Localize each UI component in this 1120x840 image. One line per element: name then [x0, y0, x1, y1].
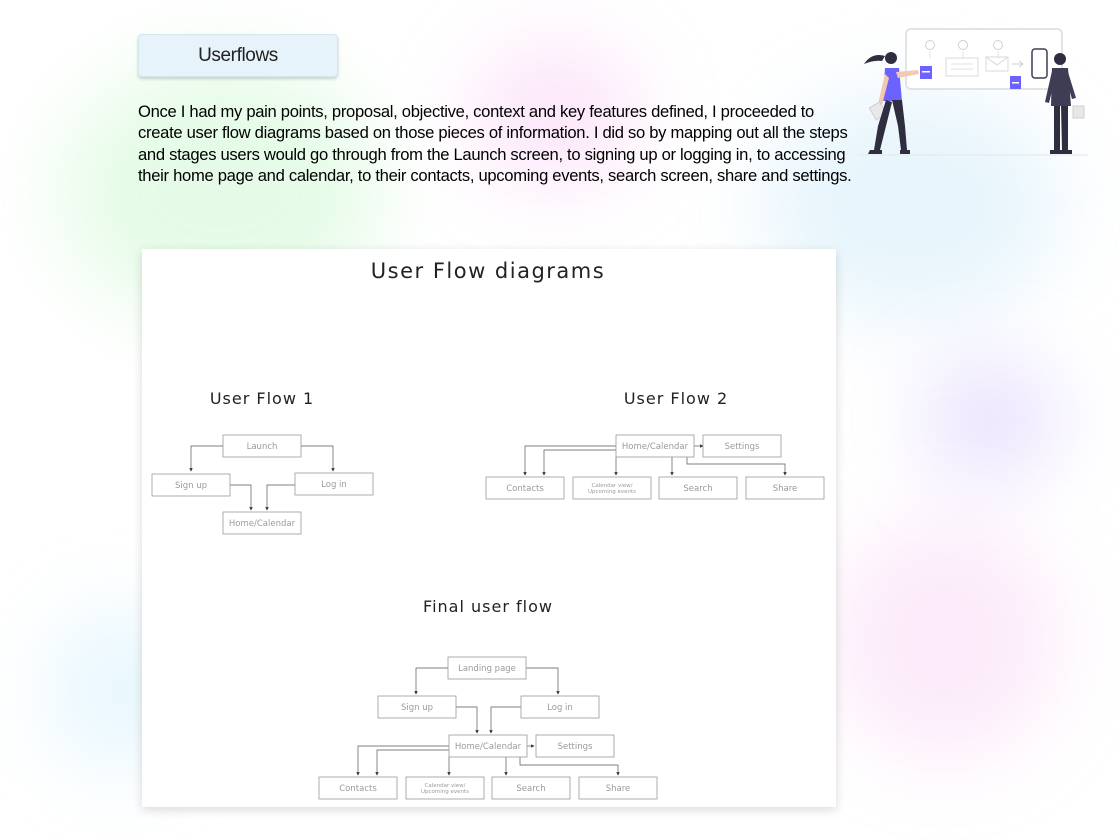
flow2-label-calendar-view-line2: Upcoming events: [588, 489, 636, 495]
flow1-label-home: Home/Calendar: [229, 519, 296, 529]
flow1-title: User Flow 1: [210, 389, 314, 408]
final-label-contacts: Contacts: [339, 784, 377, 794]
diagram-title: User Flow diagrams: [371, 259, 605, 283]
flow2-label-home: Home/Calendar: [622, 442, 689, 452]
flow1-label-login: Log in: [321, 480, 347, 490]
final-label-calendar-view-line2: Upcoming events: [421, 789, 469, 795]
flow2-label-search: Search: [683, 484, 712, 494]
final-label-landing: Landing page: [458, 664, 516, 674]
final-label-signup: Sign up: [401, 703, 433, 713]
flow1-label-signup: Sign up: [175, 481, 207, 491]
flow2-title: User Flow 2: [624, 389, 728, 408]
final-label-search: Search: [516, 784, 545, 794]
final-flow-title: Final user flow: [423, 597, 553, 616]
final-label-home: Home/Calendar: [455, 742, 522, 752]
final-label-share: Share: [606, 784, 631, 794]
flow2-label-contacts: Contacts: [506, 484, 544, 494]
section-label: Userflows: [138, 34, 338, 77]
presentation-illustration: [858, 26, 1088, 163]
flow1-label-launch: Launch: [247, 442, 278, 452]
flow2-label-settings: Settings: [725, 442, 760, 452]
intro-paragraph: Once I had my pain points, proposal, obj…: [138, 102, 852, 185]
final-label-login: Log in: [547, 703, 573, 713]
final-label-settings: Settings: [558, 742, 593, 752]
user-flow-diagram-card: User Flow diagrams User Flow 1 Launch Si…: [142, 249, 836, 807]
flow2-label-share: Share: [773, 484, 798, 494]
